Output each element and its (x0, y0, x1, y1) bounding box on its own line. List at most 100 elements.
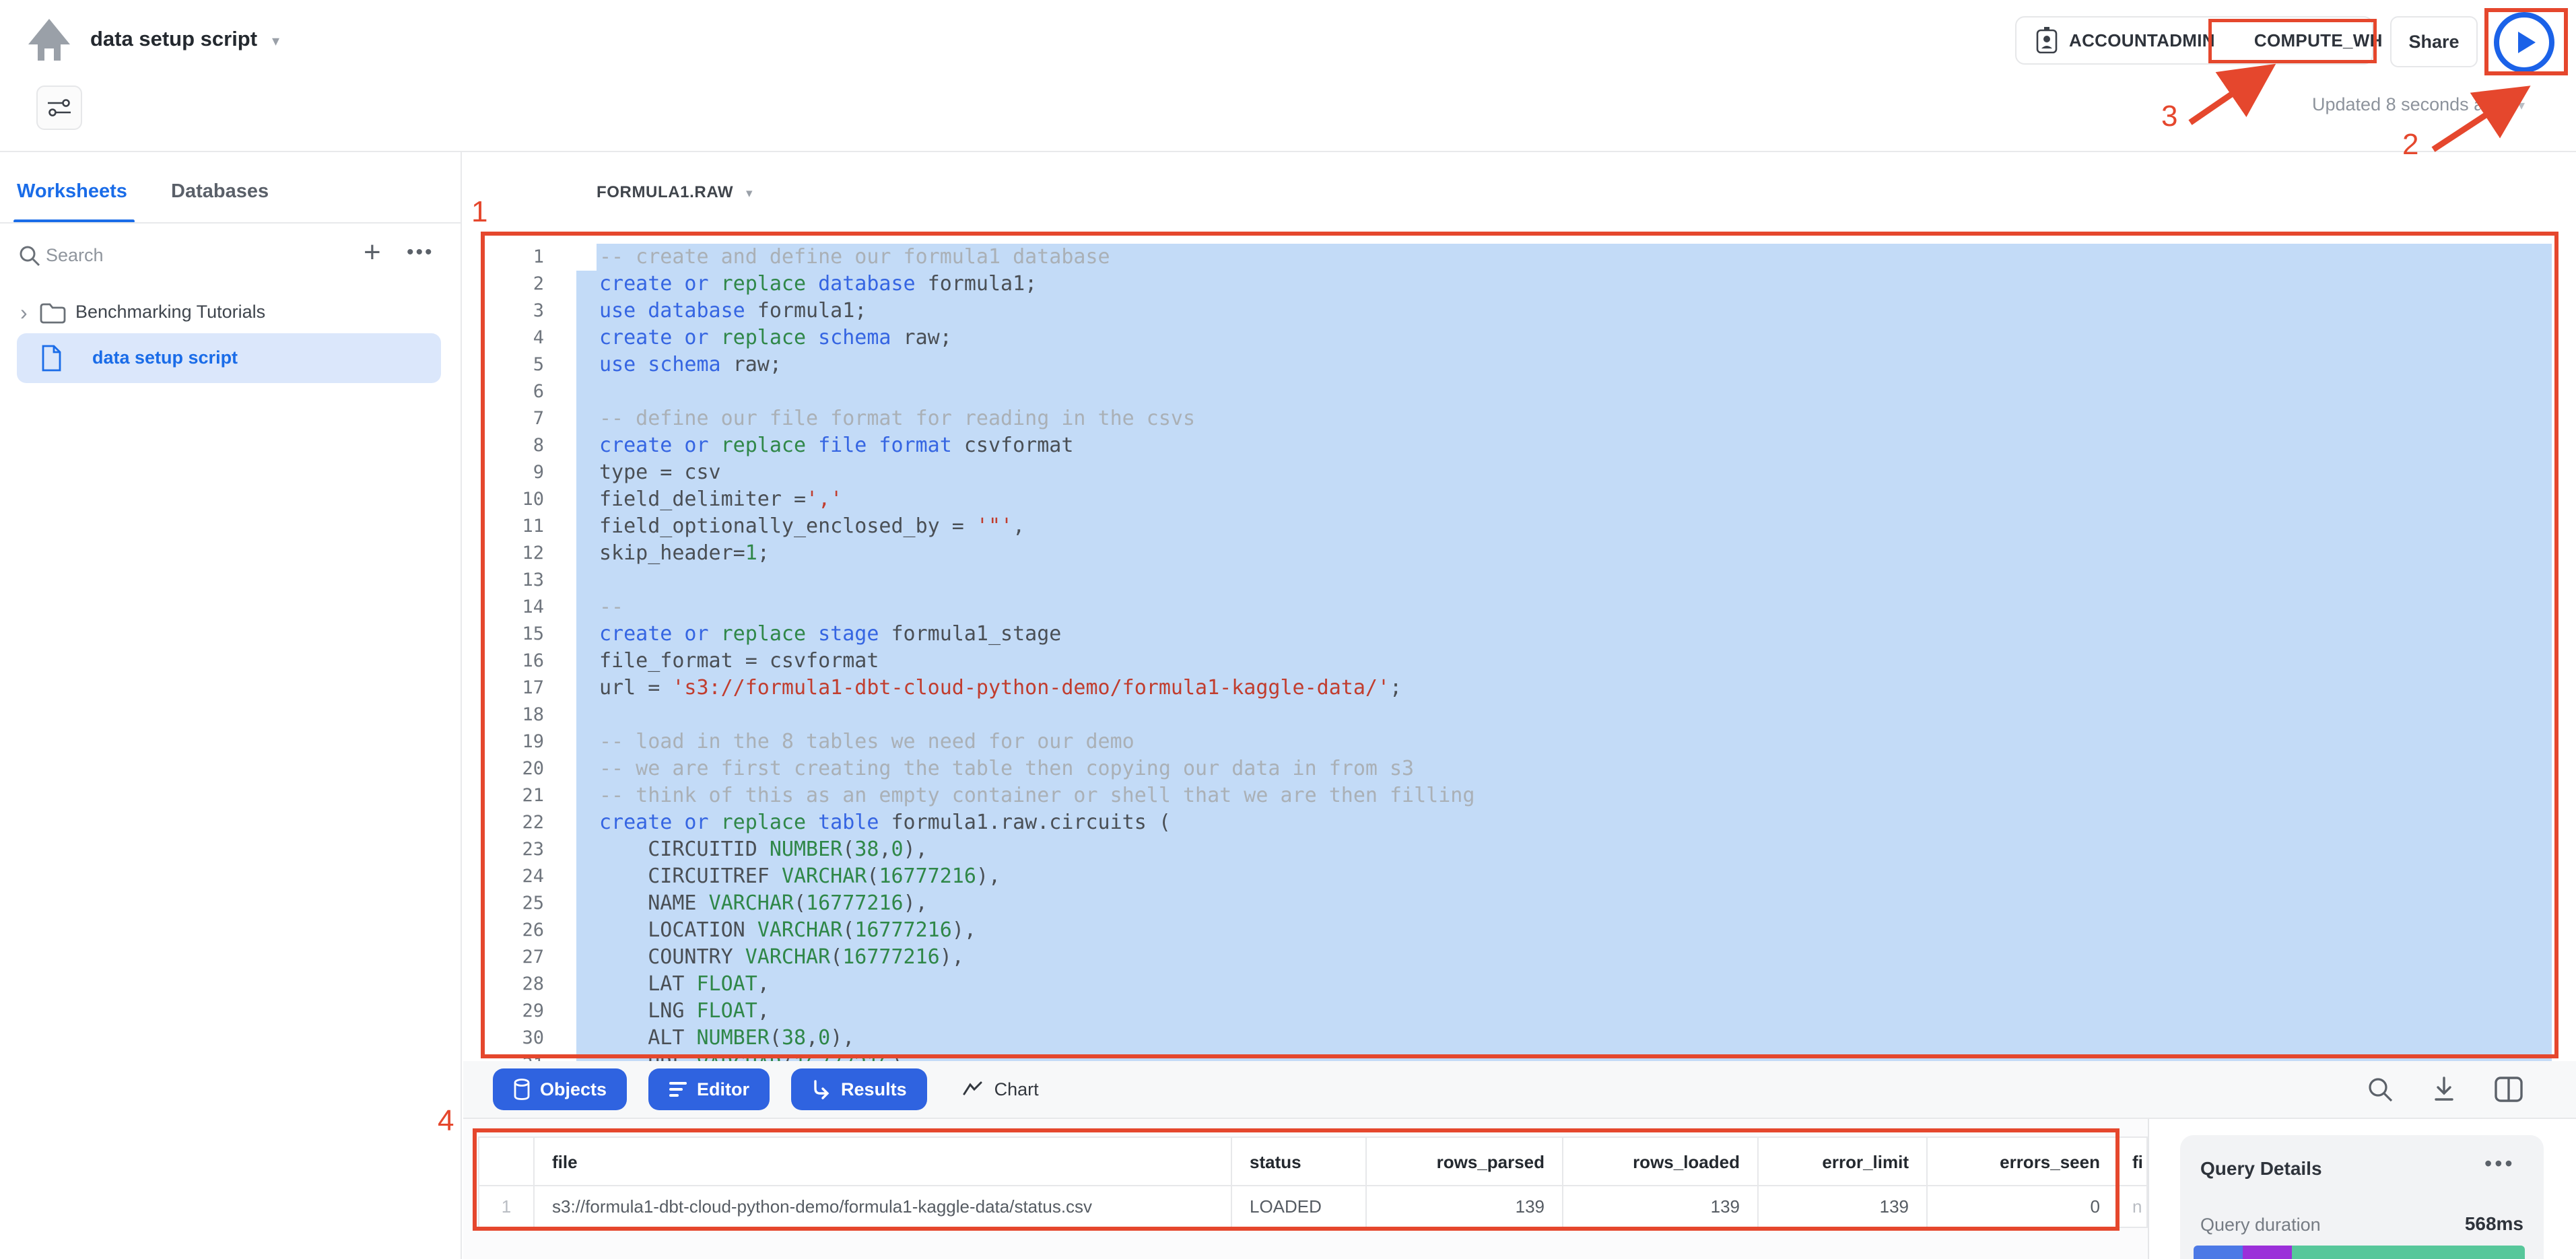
column-header[interactable]: rows_parsed (1367, 1138, 1563, 1186)
code-line-content: LNG FLOAT, (576, 998, 2552, 1025)
results-table-header: filestatusrows_parsedrows_loadederror_li… (479, 1138, 2148, 1186)
updated-caret-icon[interactable]: ▾ (2518, 97, 2525, 114)
annotation-label-1: 1 (471, 195, 487, 229)
snowsight-worksheet-page: data setup script ▾ ACCOUNTADMIN COMPUTE… (0, 0, 2576, 1259)
column-header[interactable]: error_limit (1759, 1138, 1928, 1186)
query-duration-bar (2194, 1246, 2525, 1259)
sidebar-item-worksheet-selected[interactable]: data setup script (17, 333, 441, 383)
chart-label: Chart (994, 1079, 1039, 1100)
query-details-title: Query Details (2200, 1158, 2322, 1180)
line-number: 17 (463, 675, 576, 702)
objects-toggle-button[interactable]: Objects (493, 1068, 627, 1110)
code-line: 22create or replace table formula1.raw.c… (463, 809, 2576, 836)
line-number: 21 (463, 782, 576, 809)
code-line-content: type = csv (576, 459, 2552, 486)
code-line-content: URL VARCHAR(16777216), (576, 1052, 2552, 1061)
table-cell: 139 (1367, 1186, 1563, 1227)
schema-context-caret-icon[interactable]: ▾ (746, 186, 753, 201)
code-line-content: CIRCUITID NUMBER(38,0), (576, 836, 2552, 863)
line-number: 18 (463, 702, 576, 728)
code-line-content: url = 's3://formula1-dbt-cloud-python-de… (576, 675, 2552, 702)
column-header[interactable]: fi (2119, 1138, 2148, 1186)
folder-icon (39, 302, 66, 325)
share-button-label: Share (2408, 32, 2459, 53)
code-line-content: skip_header=1; (576, 540, 2552, 567)
home-icon[interactable] (26, 18, 73, 62)
column-header[interactable]: status (1232, 1138, 1367, 1186)
results-toggle-button[interactable]: Results (791, 1068, 927, 1110)
tab-worksheets[interactable]: Worksheets (17, 180, 127, 203)
role-badge: ACCOUNTADMIN (2069, 30, 2215, 51)
table-cell: s3://formula1-dbt-cloud-python-demo/form… (535, 1186, 1232, 1227)
code-line-content: -- create and define our formula1 databa… (597, 244, 2552, 271)
title-caret-icon[interactable]: ▾ (272, 32, 279, 50)
code-line: 28 LAT FLOAT, (463, 971, 2576, 998)
sql-editor[interactable]: 1-- create and define our formula1 datab… (463, 233, 2576, 1061)
warehouse-badge: COMPUTE_WH (2254, 30, 2383, 51)
code-line-content: file_format = csvformat (576, 648, 2552, 675)
worksheet-label: data setup script (92, 347, 238, 368)
code-line-content: CIRCUITREF VARCHAR(16777216), (576, 863, 2552, 890)
tab-databases[interactable]: Databases (171, 180, 269, 203)
query-duration-value: 568ms (2465, 1213, 2523, 1235)
code-line-content: -- load in the 8 tables we need for our … (576, 728, 2552, 755)
search-results-icon[interactable] (2366, 1075, 2394, 1103)
line-number: 10 (463, 486, 576, 513)
line-number: 3 (463, 298, 576, 325)
code-line: 16file_format = csvformat (463, 648, 2576, 675)
column-header[interactable]: errors_seen (1928, 1138, 2119, 1186)
line-number: 23 (463, 836, 576, 863)
code-line-content: LAT FLOAT, (576, 971, 2552, 998)
new-worksheet-button[interactable]: + (364, 236, 381, 269)
line-number: 26 (463, 917, 576, 944)
sidebar: Worksheets Databases Search + ••• › Benc… (0, 152, 462, 1259)
context-selector[interactable]: ACCOUNTADMIN COMPUTE_WH (2015, 16, 2373, 65)
column-header[interactable] (479, 1138, 535, 1186)
chart-line-icon (962, 1081, 985, 1098)
results-panel: filestatusrows_parsedrows_loadederror_li… (463, 1119, 2149, 1259)
line-number: 13 (463, 567, 576, 594)
filters-button[interactable] (36, 86, 82, 130)
chart-toggle[interactable]: Chart (962, 1079, 1039, 1100)
results-actions (2366, 1075, 2523, 1103)
code-line: 19-- load in the 8 tables we need for ou… (463, 728, 2576, 755)
code-line: 2create or replace database formula1; (463, 271, 2576, 298)
code-line: 8create or replace file format csvformat (463, 432, 2576, 459)
line-number: 28 (463, 971, 576, 998)
code-line: 17url = 's3://formula1-dbt-cloud-python-… (463, 675, 2576, 702)
code-line: 5use schema raw; (463, 351, 2576, 378)
line-number: 19 (463, 728, 576, 755)
sidebar-more-button[interactable]: ••• (407, 241, 434, 264)
worksheet-title[interactable]: data setup script (90, 27, 257, 51)
code-line-content: -- define our file format for reading in… (576, 405, 2552, 432)
table-row[interactable]: 1s3://formula1-dbt-cloud-python-demo/for… (479, 1186, 2148, 1227)
code-line: 9type = csv (463, 459, 2576, 486)
query-details-menu-button[interactable]: ••• (2484, 1151, 2515, 1176)
results-table[interactable]: filestatusrows_parsedrows_loadederror_li… (478, 1136, 2148, 1228)
sidebar-item-folder[interactable]: › Benchmarking Tutorials (0, 296, 462, 337)
code-line: 6 (463, 378, 2576, 405)
table-cell: 0 (1928, 1186, 2119, 1227)
duration-segment (2292, 1246, 2525, 1259)
split-view-icon[interactable] (2494, 1076, 2523, 1103)
duration-segment (2194, 1246, 2243, 1259)
line-number: 27 (463, 944, 576, 971)
folder-label: Benchmarking Tutorials (75, 302, 265, 322)
line-number: 29 (463, 998, 576, 1025)
code-line: 24 CIRCUITREF VARCHAR(16777216), (463, 863, 2576, 890)
schema-context-tab[interactable]: FORMULA1.RAW (597, 183, 733, 202)
download-icon[interactable] (2431, 1075, 2458, 1103)
code-line: 12skip_header=1; (463, 540, 2576, 567)
line-number: 11 (463, 513, 576, 540)
code-lines: 1-- create and define our formula1 datab… (463, 233, 2576, 1061)
code-line-content: field_optionally_enclosed_by = '"', (576, 513, 2552, 540)
search-input[interactable]: Search (46, 245, 104, 266)
column-header[interactable]: file (535, 1138, 1232, 1186)
column-header[interactable]: rows_loaded (1563, 1138, 1759, 1186)
share-button[interactable]: Share (2390, 16, 2478, 67)
editor-toggle-button[interactable]: Editor (648, 1068, 770, 1110)
code-line: 26 LOCATION VARCHAR(16777216), (463, 917, 2576, 944)
line-number: 8 (463, 432, 576, 459)
chevron-right-icon[interactable]: › (20, 300, 28, 325)
run-button[interactable] (2494, 12, 2554, 73)
